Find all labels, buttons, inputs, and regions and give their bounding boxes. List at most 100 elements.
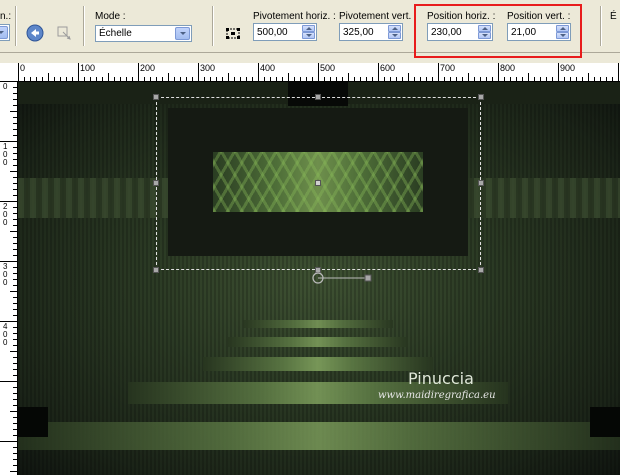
ruler-tick bbox=[216, 77, 217, 81]
spin-up-icon[interactable] bbox=[302, 25, 315, 32]
ruler-tick bbox=[30, 77, 31, 81]
pivot-v-input[interactable]: 325,00 bbox=[339, 23, 403, 41]
ruler-tick bbox=[13, 153, 17, 154]
ruler-tick bbox=[306, 77, 307, 81]
ruler-tick bbox=[13, 357, 17, 358]
ruler-tick bbox=[96, 77, 97, 81]
ruler-tick bbox=[10, 231, 17, 232]
ruler-tick bbox=[438, 63, 439, 81]
ruler-tick bbox=[390, 77, 391, 81]
cut-label: n.: bbox=[0, 11, 12, 22]
highlight-box bbox=[414, 4, 582, 58]
ruler-tick bbox=[210, 77, 211, 81]
center-pivot-handle[interactable] bbox=[315, 180, 321, 186]
chevron-down-icon[interactable] bbox=[175, 27, 190, 40]
ruler-tick bbox=[432, 77, 433, 81]
handles-icon[interactable] bbox=[222, 22, 244, 44]
ruler-tick bbox=[13, 327, 17, 328]
ruler-tick bbox=[108, 73, 109, 81]
ruler-tick bbox=[468, 73, 469, 81]
preset-dropdown[interactable] bbox=[0, 24, 10, 41]
ruler-label: 100 bbox=[80, 63, 96, 73]
edge-handle[interactable] bbox=[153, 180, 159, 186]
ruler-tick bbox=[10, 471, 17, 472]
pivot-h-input[interactable]: 500,00 bbox=[253, 23, 317, 41]
ruler-tick bbox=[456, 77, 457, 81]
ruler-tick bbox=[13, 423, 17, 424]
ruler-tick bbox=[252, 77, 253, 81]
ruler-tick bbox=[516, 77, 517, 81]
ruler-tick bbox=[13, 219, 17, 220]
ruler-tick bbox=[180, 77, 181, 81]
ruler-tick bbox=[288, 73, 289, 81]
mode-select[interactable]: Échelle bbox=[95, 25, 192, 42]
pivot-h-value: 500,00 bbox=[257, 27, 288, 38]
ruler-tick bbox=[600, 77, 601, 81]
mode-value: Échelle bbox=[99, 28, 132, 39]
ruler-label: 400 bbox=[260, 63, 276, 73]
ruler-tick bbox=[588, 73, 589, 81]
merge-icon[interactable] bbox=[53, 22, 75, 44]
ruler-tick bbox=[10, 351, 17, 352]
ruler-tick bbox=[618, 63, 619, 81]
ruler-tick bbox=[192, 77, 193, 81]
ruler-tick bbox=[13, 459, 17, 460]
ruler-tick bbox=[312, 77, 313, 81]
rotation-handle-icon[interactable] bbox=[308, 268, 378, 288]
ruler-tick bbox=[13, 303, 17, 304]
ruler-tick bbox=[13, 255, 17, 256]
ruler-tick bbox=[102, 77, 103, 81]
ruler-label: 1 0 0 bbox=[3, 142, 8, 167]
ruler-tick bbox=[228, 73, 229, 81]
image-canvas[interactable]: Pinuccia www.maidiregrafica.eu bbox=[18, 82, 620, 475]
ruler-tick bbox=[426, 77, 427, 81]
ruler-tick bbox=[498, 63, 499, 81]
ruler-label: 0 bbox=[20, 63, 26, 73]
ruler-tick bbox=[186, 77, 187, 81]
ruler-label: 0 bbox=[3, 82, 8, 91]
ruler-label: 3 0 0 bbox=[3, 262, 8, 287]
ruler-tick bbox=[13, 309, 17, 310]
corner-handle[interactable] bbox=[153, 94, 159, 100]
ruler-tick bbox=[36, 77, 37, 81]
ruler-tick bbox=[396, 77, 397, 81]
ruler-tick bbox=[72, 77, 73, 81]
ruler-tick bbox=[13, 375, 17, 376]
ruler-tick bbox=[10, 291, 17, 292]
ruler-tick bbox=[13, 183, 17, 184]
ruler-tick bbox=[13, 315, 17, 316]
corner-handle[interactable] bbox=[478, 267, 484, 273]
spin-up-icon[interactable] bbox=[388, 25, 401, 32]
ruler-tick bbox=[378, 63, 379, 81]
ruler-tick bbox=[150, 77, 151, 81]
ruler-tick bbox=[13, 213, 17, 214]
chevron-down-icon[interactable] bbox=[0, 26, 8, 39]
edge-label: É bbox=[610, 11, 617, 22]
ruler-tick bbox=[13, 237, 17, 238]
ruler-tick bbox=[564, 77, 565, 81]
ruler-tick bbox=[13, 93, 17, 94]
ruler-tick bbox=[18, 63, 19, 81]
ruler-tick bbox=[13, 117, 17, 118]
ruler-tick bbox=[486, 77, 487, 81]
reset-icon[interactable] bbox=[24, 22, 46, 44]
ruler-tick bbox=[13, 165, 17, 166]
ruler-tick bbox=[13, 393, 17, 394]
edge-handle[interactable] bbox=[315, 94, 321, 100]
ruler-tick bbox=[0, 381, 17, 382]
edge-handle[interactable] bbox=[478, 180, 484, 186]
ruler-tick bbox=[480, 77, 481, 81]
spin-down-icon[interactable] bbox=[302, 32, 315, 39]
corner-shadow bbox=[590, 407, 620, 437]
ruler-tick bbox=[372, 77, 373, 81]
corner-handle[interactable] bbox=[153, 267, 159, 273]
ruler-tick bbox=[0, 321, 17, 322]
spin-down-icon[interactable] bbox=[388, 32, 401, 39]
corner-handle[interactable] bbox=[478, 94, 484, 100]
ruler-tick bbox=[324, 77, 325, 81]
ruler-tick bbox=[13, 285, 17, 286]
ruler-tick bbox=[384, 77, 385, 81]
ruler-tick bbox=[10, 111, 17, 112]
ruler-tick bbox=[450, 77, 451, 81]
ruler-tick bbox=[13, 147, 17, 148]
